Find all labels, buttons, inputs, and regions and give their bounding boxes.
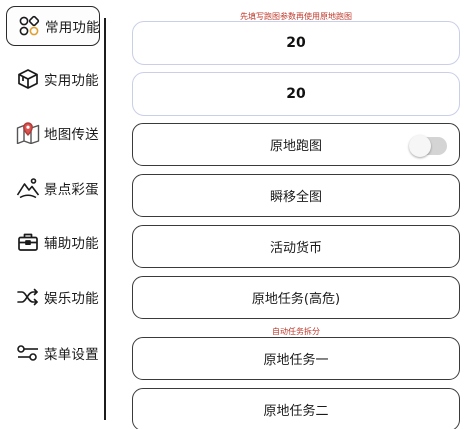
event-currency-button[interactable]: 活动货币 (132, 225, 460, 268)
sidebar-item-common[interactable]: 常用功能 (6, 6, 100, 46)
in-place-run-row: 原地跑图 (132, 123, 460, 166)
auto-task-hint: 自动任务拆分 (272, 327, 320, 336)
in-place-task-2-label: 原地任务二 (263, 404, 329, 419)
sidebar-item-label: 辅助功能 (44, 236, 99, 252)
sidebar-item-label: 景点彩蛋 (44, 182, 99, 198)
run-param-value-1: 20 (286, 35, 306, 51)
map-pin-icon (16, 121, 40, 145)
landscape-icon (16, 176, 40, 200)
sidebar-item-label: 地图传送 (44, 127, 99, 143)
sidebar-item-label: 常用功能 (45, 20, 100, 36)
teleport-full-map-label: 瞬移全图 (269, 190, 322, 205)
sliders-icon (16, 341, 40, 365)
sidebar-item-scenic-easter-eggs[interactable]: 景点彩蛋 (6, 168, 100, 208)
run-param-value-2: 20 (286, 86, 306, 102)
sidebar-item-entertainment[interactable]: 娱乐功能 (6, 277, 100, 317)
run-param-field-2[interactable]: 20 (132, 72, 460, 116)
shuffle-icon (16, 285, 40, 309)
event-currency-label: 活动货币 (269, 241, 322, 256)
in-place-run-toggle[interactable] (409, 135, 447, 157)
sidebar-item-label: 娱乐功能 (44, 291, 99, 307)
sidebar-item-label: 实用功能 (44, 73, 99, 89)
run-param-field-1[interactable]: 20 (132, 21, 460, 65)
sidebar-item-practical[interactable]: 实用功能 (6, 59, 100, 99)
toolbox-icon (16, 230, 40, 254)
in-place-task-high-risk-label: 原地任务(高危) (251, 292, 341, 307)
sidebar-divider (104, 18, 106, 420)
teleport-full-map-button[interactable]: 瞬移全图 (132, 174, 460, 217)
toggle-knob (409, 135, 431, 157)
in-place-task-high-risk-button[interactable]: 原地任务(高危) (132, 276, 460, 319)
in-place-task-2-button[interactable]: 原地任务二 (132, 388, 460, 429)
in-place-task-1-label: 原地任务一 (263, 353, 329, 368)
grid-icon (17, 14, 41, 38)
sidebar: 常用功能 实用功能 地图传送 景点彩蛋 辅助功能 娱乐功能 菜单设置 (0, 0, 106, 429)
in-place-run-label: 原地跑图 (269, 139, 322, 154)
sidebar-item-map-teleport[interactable]: 地图传送 (6, 113, 100, 153)
sidebar-item-menu-settings[interactable]: 菜单设置 (6, 333, 100, 373)
sidebar-item-assist[interactable]: 辅助功能 (6, 222, 100, 262)
in-place-task-1-button[interactable]: 原地任务一 (132, 337, 460, 380)
cube-icon (16, 67, 40, 91)
sidebar-item-label: 菜单设置 (44, 347, 99, 363)
